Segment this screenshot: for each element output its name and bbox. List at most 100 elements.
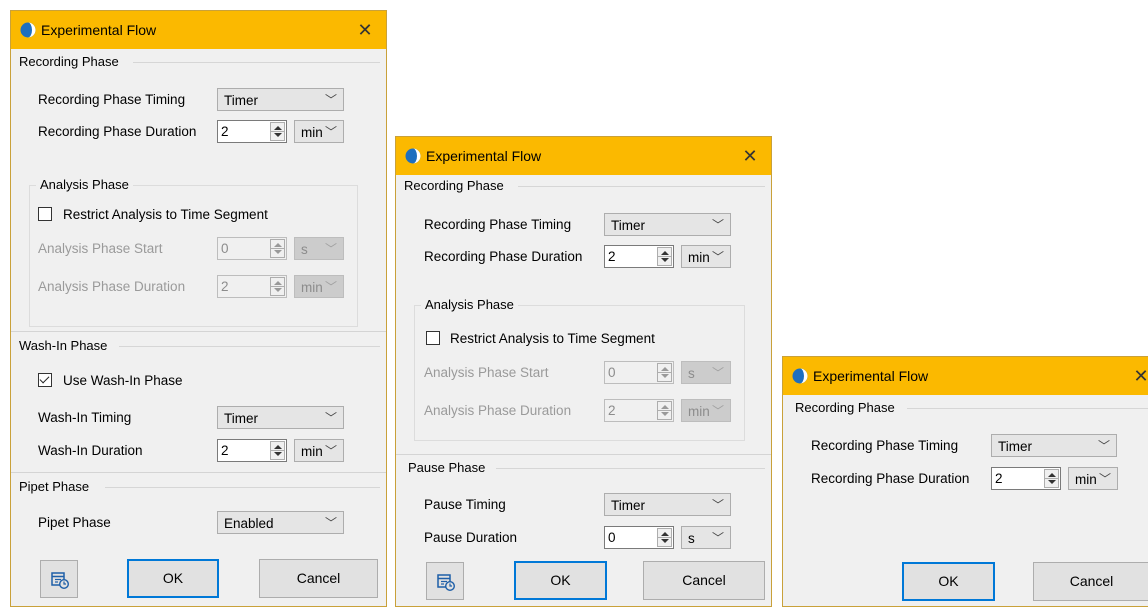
selected-value: Timer: [611, 218, 645, 233]
washin-timing-label: Wash-In Timing: [38, 410, 132, 425]
pipet-phase-label: Pipet Phase: [38, 515, 111, 530]
chevron-down-icon: ﹀: [711, 404, 724, 418]
selected-value: min: [1075, 472, 1097, 487]
use-washin-label[interactable]: Use Wash-In Phase: [63, 373, 183, 388]
chevron-down-icon: ﹀: [324, 411, 337, 425]
stepper-value: 0: [608, 365, 616, 380]
analysis-phase-duration-unit-select[interactable]: min ﹀: [294, 275, 344, 298]
ok-button[interactable]: OK: [902, 562, 995, 601]
recording-phase-duration-stepper[interactable]: 2: [604, 245, 674, 268]
stepper-value: 2: [608, 403, 616, 418]
analysis-phase-start-stepper[interactable]: 0: [604, 361, 674, 384]
cancel-button[interactable]: Cancel: [259, 559, 378, 598]
section-divider: [496, 468, 765, 469]
stepper-buttons[interactable]: [270, 277, 285, 296]
analysis-phase-duration-stepper[interactable]: 2: [217, 275, 287, 298]
analysis-phase-start-unit-select[interactable]: s ﹀: [681, 361, 731, 384]
stepper-buttons[interactable]: [657, 528, 672, 547]
recording-phase-timing-select[interactable]: Timer ﹀: [604, 213, 731, 236]
chevron-down-icon: ﹀: [1097, 439, 1110, 453]
washin-unit-select[interactable]: min ﹀: [294, 439, 344, 462]
stepper-value: 2: [221, 443, 229, 458]
stepper-value: 2: [608, 249, 616, 264]
chevron-down-icon: ﹀: [324, 242, 337, 256]
chevron-down-icon: ﹀: [711, 250, 724, 264]
section-divider: [133, 62, 380, 63]
close-button[interactable]: ✕: [344, 11, 386, 49]
recording-phase-duration-stepper[interactable]: 2: [217, 120, 287, 143]
cancel-button[interactable]: Cancel: [1033, 562, 1148, 601]
stepper-buttons[interactable]: [1044, 469, 1059, 488]
ok-button[interactable]: OK: [514, 561, 607, 600]
pause-timing-label: Pause Timing: [424, 497, 506, 512]
close-button[interactable]: ✕: [729, 137, 771, 175]
chevron-down-icon: ﹀: [711, 366, 724, 380]
selected-value: Timer: [611, 498, 645, 513]
analysis-phase-duration-stepper[interactable]: 2: [604, 399, 674, 422]
pause-duration-stepper[interactable]: 0: [604, 526, 674, 549]
restrict-analysis-checkbox[interactable]: [426, 331, 440, 345]
separator: [11, 331, 386, 332]
stepper-buttons[interactable]: [657, 363, 672, 382]
analysis-phase-duration-unit-select[interactable]: min ﹀: [681, 399, 731, 422]
chevron-down-icon: ﹀: [324, 516, 337, 530]
app-icon: [792, 368, 808, 384]
section-header-recording-phase: Recording Phase: [19, 54, 119, 69]
pause-unit-select[interactable]: s ﹀: [681, 526, 731, 549]
washin-duration-stepper[interactable]: 2: [217, 439, 287, 462]
chevron-down-icon: ﹀: [711, 218, 724, 232]
recording-phase-timing-select[interactable]: Timer ﹀: [217, 88, 344, 111]
stepper-buttons[interactable]: [657, 247, 672, 266]
stepper-value: 0: [221, 241, 229, 256]
schedule-button[interactable]: [426, 562, 464, 600]
recording-phase-duration-stepper[interactable]: 2: [991, 467, 1061, 490]
stepper-value: 2: [221, 124, 229, 139]
section-header-analysis-phase: Analysis Phase: [421, 297, 518, 312]
cancel-button[interactable]: Cancel: [643, 561, 765, 600]
use-washin-checkbox[interactable]: [38, 373, 52, 387]
chevron-down-icon: ﹀: [324, 444, 337, 458]
stepper-buttons[interactable]: [657, 401, 672, 420]
ok-button[interactable]: OK: [127, 559, 219, 598]
recording-phase-timing-select[interactable]: Timer ﹀: [991, 434, 1117, 457]
title-bar: Experimental Flow ✕: [11, 11, 386, 49]
stepper-value: 0: [608, 530, 616, 545]
chevron-down-icon: ﹀: [324, 93, 337, 107]
close-icon: ✕: [1133, 366, 1148, 386]
window-title: Experimental Flow: [813, 368, 929, 384]
checkmark-icon: [39, 373, 50, 384]
section-divider: [119, 346, 380, 347]
restrict-analysis-checkbox[interactable]: [38, 207, 52, 221]
analysis-phase-duration-label: Analysis Phase Duration: [424, 403, 572, 418]
chevron-down-icon: ﹀: [1098, 472, 1111, 486]
pipet-phase-select[interactable]: Enabled ﹀: [217, 511, 344, 534]
close-icon: ✕: [742, 146, 758, 166]
pause-timing-select[interactable]: Timer ﹀: [604, 493, 731, 516]
close-button[interactable]: ✕: [1120, 357, 1148, 395]
stepper-buttons[interactable]: [270, 441, 285, 460]
section-header-washin-phase: Wash-In Phase: [19, 338, 108, 353]
dialog-experimental-flow-3: Experimental Flow ✕ Recording Phase Reco…: [782, 356, 1148, 607]
restrict-analysis-label[interactable]: Restrict Analysis to Time Segment: [63, 207, 268, 222]
selected-value: s: [688, 366, 695, 381]
recording-phase-unit-select[interactable]: min ﹀: [681, 245, 731, 268]
chevron-down-icon: ﹀: [324, 125, 337, 139]
analysis-phase-duration-label: Analysis Phase Duration: [38, 279, 186, 294]
selected-value: Enabled: [224, 516, 274, 531]
schedule-button[interactable]: [40, 560, 78, 598]
stepper-buttons[interactable]: [270, 239, 285, 258]
recording-phase-unit-select[interactable]: min ﹀: [294, 120, 344, 143]
stepper-buttons[interactable]: [270, 122, 285, 141]
title-bar: Experimental Flow ✕: [783, 357, 1148, 395]
calendar-clock-icon: [437, 574, 455, 591]
washin-timing-select[interactable]: Timer ﹀: [217, 406, 344, 429]
close-icon: ✕: [357, 20, 373, 40]
section-divider: [907, 408, 1148, 409]
recording-phase-unit-select[interactable]: min ﹀: [1068, 467, 1118, 490]
recording-phase-timing-label: Recording Phase Timing: [811, 438, 959, 453]
recording-phase-duration-label: Recording Phase Duration: [38, 124, 197, 139]
analysis-phase-start-stepper[interactable]: 0: [217, 237, 287, 260]
restrict-analysis-label[interactable]: Restrict Analysis to Time Segment: [450, 331, 655, 346]
analysis-phase-start-unit-select[interactable]: s ﹀: [294, 237, 344, 260]
selected-value: min: [301, 444, 323, 459]
